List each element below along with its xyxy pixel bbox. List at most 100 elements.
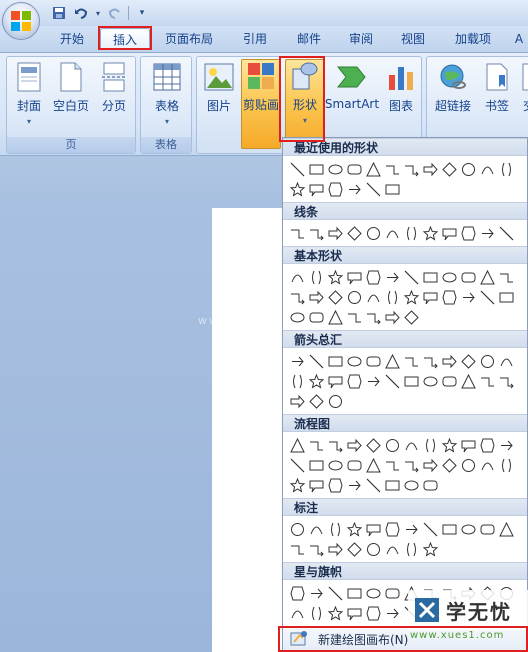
- shape-item[interactable]: [459, 351, 478, 371]
- shape-item[interactable]: [288, 287, 307, 307]
- shape-item[interactable]: [364, 179, 383, 199]
- shapes-button[interactable]: 形状 ▾: [285, 59, 325, 149]
- shape-item[interactable]: [459, 159, 478, 179]
- shape-item[interactable]: [326, 391, 345, 411]
- shape-item[interactable]: [383, 519, 402, 539]
- shape-item[interactable]: [307, 307, 326, 327]
- shape-item[interactable]: [364, 287, 383, 307]
- shape-item[interactable]: [345, 179, 364, 199]
- shape-item[interactable]: [345, 603, 364, 623]
- shape-item[interactable]: [421, 519, 440, 539]
- shape-item[interactable]: [402, 287, 421, 307]
- shape-item[interactable]: [478, 455, 497, 475]
- shape-item[interactable]: [402, 223, 421, 243]
- shape-item[interactable]: [459, 267, 478, 287]
- shape-item[interactable]: [345, 351, 364, 371]
- tab-page-layout[interactable]: 页面布局: [158, 28, 220, 50]
- shape-item[interactable]: [364, 435, 383, 455]
- shape-item[interactable]: [307, 159, 326, 179]
- shape-item[interactable]: [364, 371, 383, 391]
- shape-item[interactable]: [364, 159, 383, 179]
- shape-item[interactable]: [364, 307, 383, 327]
- shape-item[interactable]: [402, 351, 421, 371]
- shape-item[interactable]: [288, 391, 307, 411]
- shape-item[interactable]: [288, 307, 307, 327]
- clipart-button[interactable]: 剪贴画: [241, 59, 281, 149]
- shape-item[interactable]: [326, 159, 345, 179]
- shape-item[interactable]: [345, 371, 364, 391]
- shape-item[interactable]: [478, 435, 497, 455]
- shape-item[interactable]: [345, 267, 364, 287]
- shape-item[interactable]: [326, 267, 345, 287]
- shape-item[interactable]: [402, 159, 421, 179]
- shape-item[interactable]: [307, 435, 326, 455]
- tab-references[interactable]: 引用: [234, 28, 276, 50]
- shape-item[interactable]: [459, 223, 478, 243]
- shape-item[interactable]: [364, 475, 383, 495]
- shape-item[interactable]: [364, 583, 383, 603]
- shape-item[interactable]: [421, 351, 440, 371]
- shape-item[interactable]: [307, 539, 326, 559]
- shape-item[interactable]: [459, 519, 478, 539]
- crossref-button[interactable]: 交: [519, 61, 528, 133]
- picture-button[interactable]: 图片: [201, 61, 237, 133]
- shape-item[interactable]: [383, 223, 402, 243]
- shape-item[interactable]: [497, 159, 516, 179]
- shape-item[interactable]: [497, 435, 516, 455]
- shape-item[interactable]: [421, 159, 440, 179]
- shape-item[interactable]: [345, 287, 364, 307]
- shape-item[interactable]: [288, 179, 307, 199]
- hyperlink-button[interactable]: 超链接: [431, 61, 475, 133]
- shape-item[interactable]: [383, 603, 402, 623]
- shape-item[interactable]: [440, 371, 459, 391]
- shape-item[interactable]: [383, 179, 402, 199]
- shape-item[interactable]: [478, 159, 497, 179]
- shape-item[interactable]: [288, 351, 307, 371]
- shape-item[interactable]: [459, 435, 478, 455]
- shape-item[interactable]: [478, 351, 497, 371]
- shape-item[interactable]: [383, 371, 402, 391]
- shape-item[interactable]: [440, 519, 459, 539]
- shape-item[interactable]: [307, 223, 326, 243]
- shape-item[interactable]: [307, 475, 326, 495]
- document-page[interactable]: [212, 208, 292, 652]
- shape-item[interactable]: [497, 351, 516, 371]
- shape-item[interactable]: [307, 519, 326, 539]
- shape-item[interactable]: [326, 539, 345, 559]
- shape-item[interactable]: [307, 287, 326, 307]
- shape-item[interactable]: [364, 603, 383, 623]
- shape-item[interactable]: [345, 475, 364, 495]
- undo-icon[interactable]: [72, 4, 90, 22]
- shape-item[interactable]: [440, 287, 459, 307]
- tab-more[interactable]: A: [510, 28, 528, 50]
- shape-item[interactable]: [478, 519, 497, 539]
- shape-item[interactable]: [288, 223, 307, 243]
- shape-item[interactable]: [497, 223, 516, 243]
- shape-item[interactable]: [345, 539, 364, 559]
- shape-item[interactable]: [383, 455, 402, 475]
- blank-page-button[interactable]: 空白页: [51, 61, 91, 133]
- shape-item[interactable]: [383, 583, 402, 603]
- redo-icon[interactable]: [106, 4, 124, 22]
- shape-item[interactable]: [421, 223, 440, 243]
- page-break-button[interactable]: 分页: [95, 61, 133, 133]
- shape-item[interactable]: [459, 371, 478, 391]
- tab-mailings[interactable]: 邮件: [288, 28, 330, 50]
- shape-item[interactable]: [402, 307, 421, 327]
- shape-item[interactable]: [288, 583, 307, 603]
- table-button[interactable]: 表格 ▾: [147, 61, 187, 133]
- shape-item[interactable]: [383, 287, 402, 307]
- shape-item[interactable]: [345, 307, 364, 327]
- shape-item[interactable]: [326, 371, 345, 391]
- shape-item[interactable]: [402, 435, 421, 455]
- shape-item[interactable]: [326, 351, 345, 371]
- shape-item[interactable]: [440, 159, 459, 179]
- shape-item[interactable]: [345, 455, 364, 475]
- tab-home[interactable]: 开始: [50, 28, 94, 50]
- shape-item[interactable]: [364, 267, 383, 287]
- shape-item[interactable]: [440, 435, 459, 455]
- undo-dropdown-icon[interactable]: ▾: [94, 4, 102, 22]
- shape-item[interactable]: [402, 371, 421, 391]
- shape-item[interactable]: [383, 351, 402, 371]
- shape-item[interactable]: [440, 351, 459, 371]
